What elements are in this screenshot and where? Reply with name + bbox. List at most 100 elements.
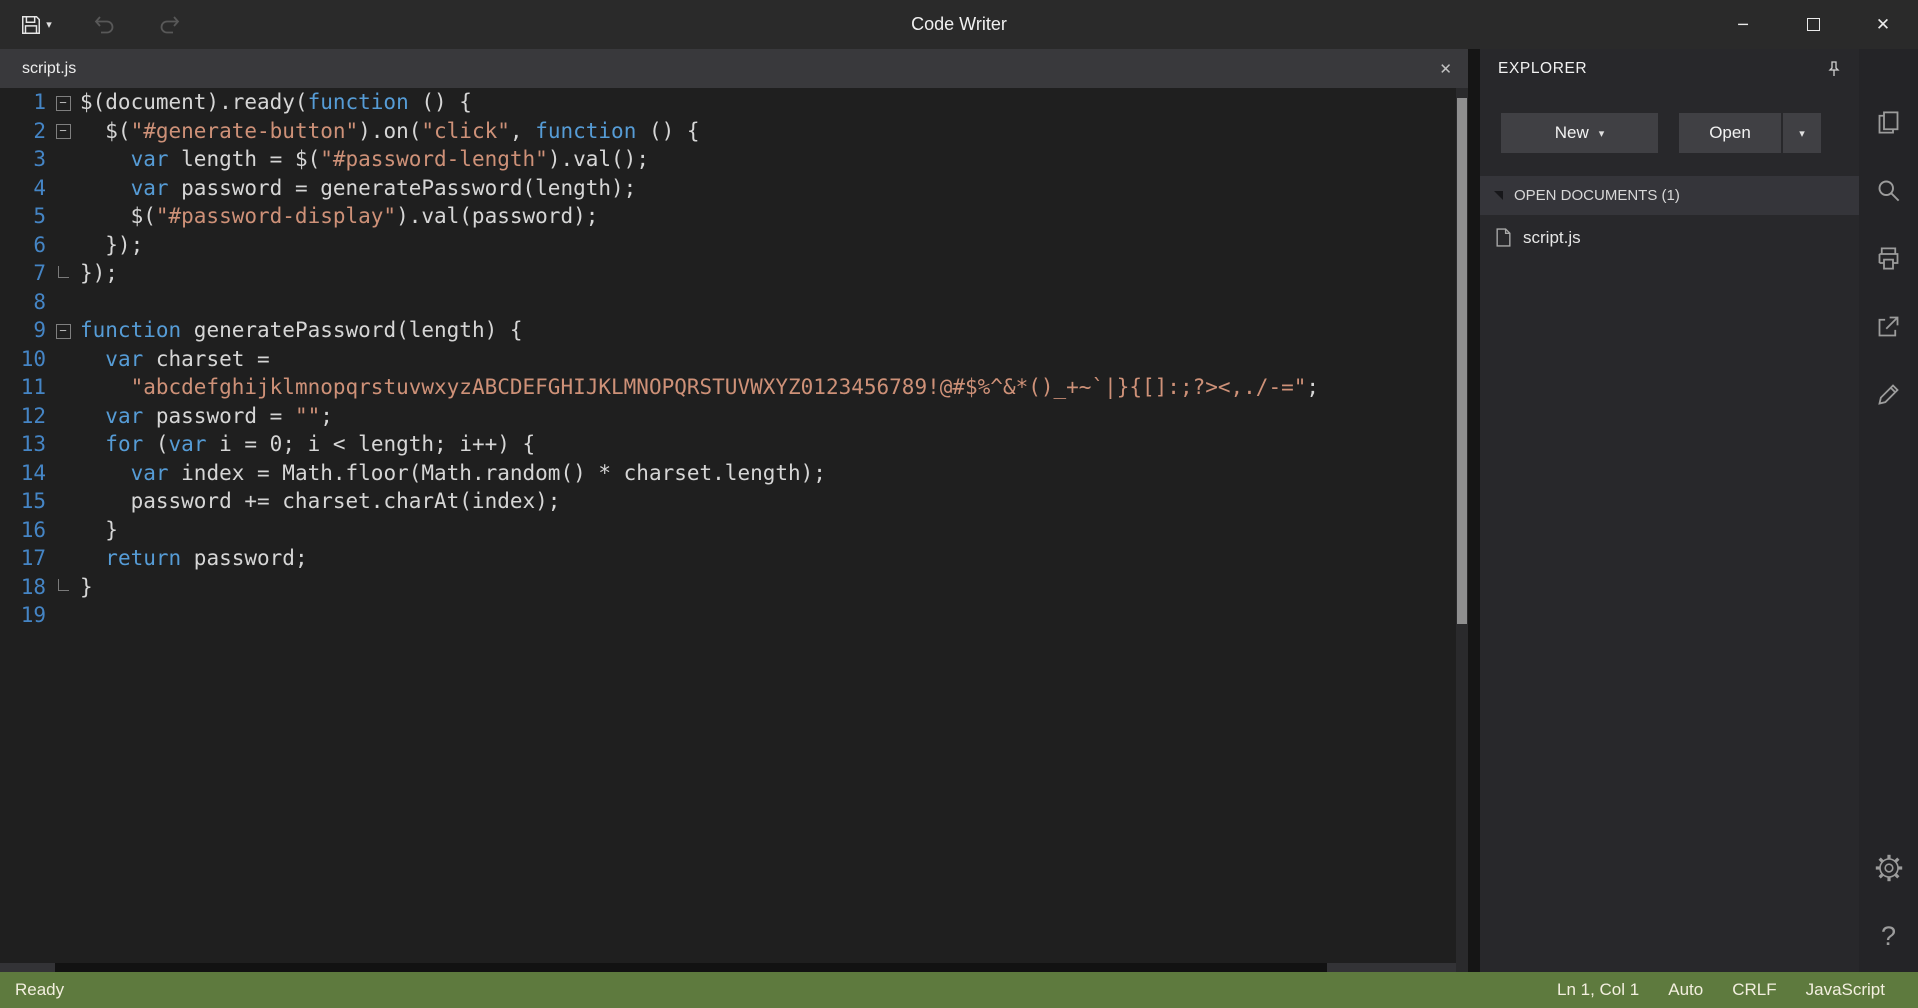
open-dropdown-button[interactable]: ▾ (1783, 113, 1821, 153)
code-line[interactable]: 8 (0, 288, 1456, 317)
undo-icon (91, 12, 117, 38)
line-number[interactable]: 14 (0, 459, 46, 488)
status-encoding[interactable]: Auto (1668, 980, 1703, 1000)
horizontal-scrollbar-thumb[interactable] (55, 963, 1327, 972)
code-line[interactable]: 3 var length = $("#password-length").val… (0, 145, 1456, 174)
status-line-ending[interactable]: CRLF (1732, 980, 1776, 1000)
line-number[interactable]: 13 (0, 430, 46, 459)
file-name: script.js (1523, 228, 1581, 248)
line-number[interactable]: 11 (0, 373, 46, 402)
tab-script-js[interactable]: script.js (22, 60, 76, 78)
fold-collapse-icon[interactable]: − (56, 324, 71, 339)
fold-collapse-icon[interactable]: − (56, 124, 71, 139)
code-text: var length = $("#password-length").val()… (80, 147, 649, 171)
horizontal-scrollbar[interactable] (0, 963, 1456, 972)
fold-collapse-icon[interactable]: − (56, 96, 71, 111)
close-button[interactable]: ✕ (1848, 0, 1918, 49)
file-item[interactable]: script.js (1480, 215, 1859, 260)
code-line[interactable]: 12 var password = ""; (0, 402, 1456, 431)
code-text: var index = Math.floor(Math.random() * c… (80, 461, 826, 485)
open-split-button: Open ▾ (1679, 113, 1821, 153)
status-bar: Ready Ln 1, Col 1 Auto CRLF JavaScript (0, 972, 1918, 1008)
code-line[interactable]: 2− $("#generate-button").on("click", fun… (0, 117, 1456, 146)
help-button[interactable]: ? (1875, 922, 1903, 950)
code-line[interactable]: 13 for (var i = 0; i < length; i++) { (0, 430, 1456, 459)
explorer-header: EXPLORER (1480, 49, 1859, 88)
collapse-triangle-icon (1494, 191, 1503, 200)
status-cursor-position[interactable]: Ln 1, Col 1 (1557, 980, 1639, 1000)
vertical-scrollbar-thumb[interactable] (1457, 98, 1467, 624)
line-number[interactable]: 3 (0, 145, 46, 174)
code-line[interactable]: 10 var charset = (0, 345, 1456, 374)
code-line[interactable]: 18} (0, 573, 1456, 602)
code-text: for (var i = 0; i < length; i++) { (80, 432, 535, 456)
line-number[interactable]: 17 (0, 544, 46, 573)
line-number[interactable]: 10 (0, 345, 46, 374)
tab-bar: script.js ✕ (0, 49, 1468, 88)
line-number[interactable]: 15 (0, 487, 46, 516)
line-number[interactable]: 9 (0, 316, 46, 345)
code-line[interactable]: 9−function generatePassword(length) { (0, 316, 1456, 345)
open-button[interactable]: Open (1679, 113, 1781, 153)
new-button-label: New (1555, 123, 1589, 143)
code-line[interactable]: 5 $("#password-display").val(password); (0, 202, 1456, 231)
line-number[interactable]: 2 (0, 117, 46, 146)
code-text: function generatePassword(length) { (80, 318, 523, 342)
code-line[interactable]: 17 return password; (0, 544, 1456, 573)
line-number[interactable]: 1 (0, 88, 46, 117)
window-title: Code Writer (0, 14, 1918, 35)
code-line[interactable]: 14 var index = Math.floor(Math.random() … (0, 459, 1456, 488)
edit-panel-button[interactable] (1875, 380, 1903, 408)
code-line[interactable]: 11 "abcdefghijklmnopqrstuvwxyzABCDEFGHIJ… (0, 373, 1456, 402)
file-list: script.js (1480, 215, 1859, 260)
line-number[interactable]: 7 (0, 259, 46, 288)
undo-button[interactable] (80, 0, 128, 49)
share-panel-button[interactable] (1875, 312, 1903, 340)
code-line[interactable]: 1−$(document).ready(function () { (0, 88, 1456, 117)
code-line[interactable]: 19 (0, 601, 1456, 630)
line-number[interactable]: 16 (0, 516, 46, 545)
code-line[interactable]: 16 } (0, 516, 1456, 545)
line-number[interactable]: 5 (0, 202, 46, 231)
settings-button[interactable] (1875, 854, 1903, 882)
minimize-button[interactable]: ─ (1708, 0, 1778, 49)
fold-gutter (46, 573, 80, 602)
fold-gutter: − (46, 316, 80, 345)
code-line[interactable]: 4 var password = generatePassword(length… (0, 174, 1456, 203)
line-number[interactable]: 18 (0, 573, 46, 602)
documents-panel-button[interactable] (1875, 108, 1903, 136)
code-line[interactable]: 15 password += charset.charAt(index); (0, 487, 1456, 516)
print-panel-button[interactable] (1875, 244, 1903, 272)
status-right-group: Ln 1, Col 1 Auto CRLF JavaScript (1557, 980, 1918, 1000)
code-line[interactable]: 6 }); (0, 231, 1456, 260)
code-area[interactable]: 1−$(document).ready(function () {2− $("#… (0, 88, 1456, 963)
line-number[interactable]: 8 (0, 288, 46, 317)
explorer-panel: EXPLORER New ▾ Open ▾ OPEN DOCUMENTS (1)… (1480, 49, 1859, 972)
new-button[interactable]: New ▾ (1501, 113, 1658, 153)
line-number[interactable]: 6 (0, 231, 46, 260)
code-line[interactable]: 7}); (0, 259, 1456, 288)
open-documents-header[interactable]: OPEN DOCUMENTS (1) (1480, 176, 1859, 215)
code-text: }); (80, 233, 143, 257)
tab-close-icon[interactable]: ✕ (1439, 60, 1452, 78)
close-icon: ✕ (1876, 15, 1890, 35)
status-language[interactable]: JavaScript (1806, 980, 1885, 1000)
redo-icon (157, 12, 183, 38)
line-number[interactable]: 12 (0, 402, 46, 431)
save-button[interactable]: ▾ (6, 0, 66, 49)
panel-splitter[interactable] (1468, 49, 1480, 972)
line-number[interactable]: 4 (0, 174, 46, 203)
code-text: var password = generatePassword(length); (80, 176, 636, 200)
vertical-scrollbar[interactable] (1456, 88, 1468, 972)
code-editor[interactable]: 1−$(document).ready(function () {2− $("#… (0, 88, 1468, 972)
gear-icon (1874, 853, 1904, 883)
explorer-toolbar: New ▾ Open ▾ (1501, 113, 1838, 153)
save-dropdown-icon[interactable]: ▾ (46, 18, 52, 31)
chevron-down-icon: ▾ (1599, 127, 1605, 140)
maximize-button[interactable] (1778, 0, 1848, 49)
search-panel-button[interactable] (1875, 176, 1903, 204)
redo-button[interactable] (146, 0, 194, 49)
pin-panel-button[interactable] (1825, 60, 1843, 78)
line-number[interactable]: 19 (0, 601, 46, 630)
explorer-title: EXPLORER (1498, 60, 1587, 78)
